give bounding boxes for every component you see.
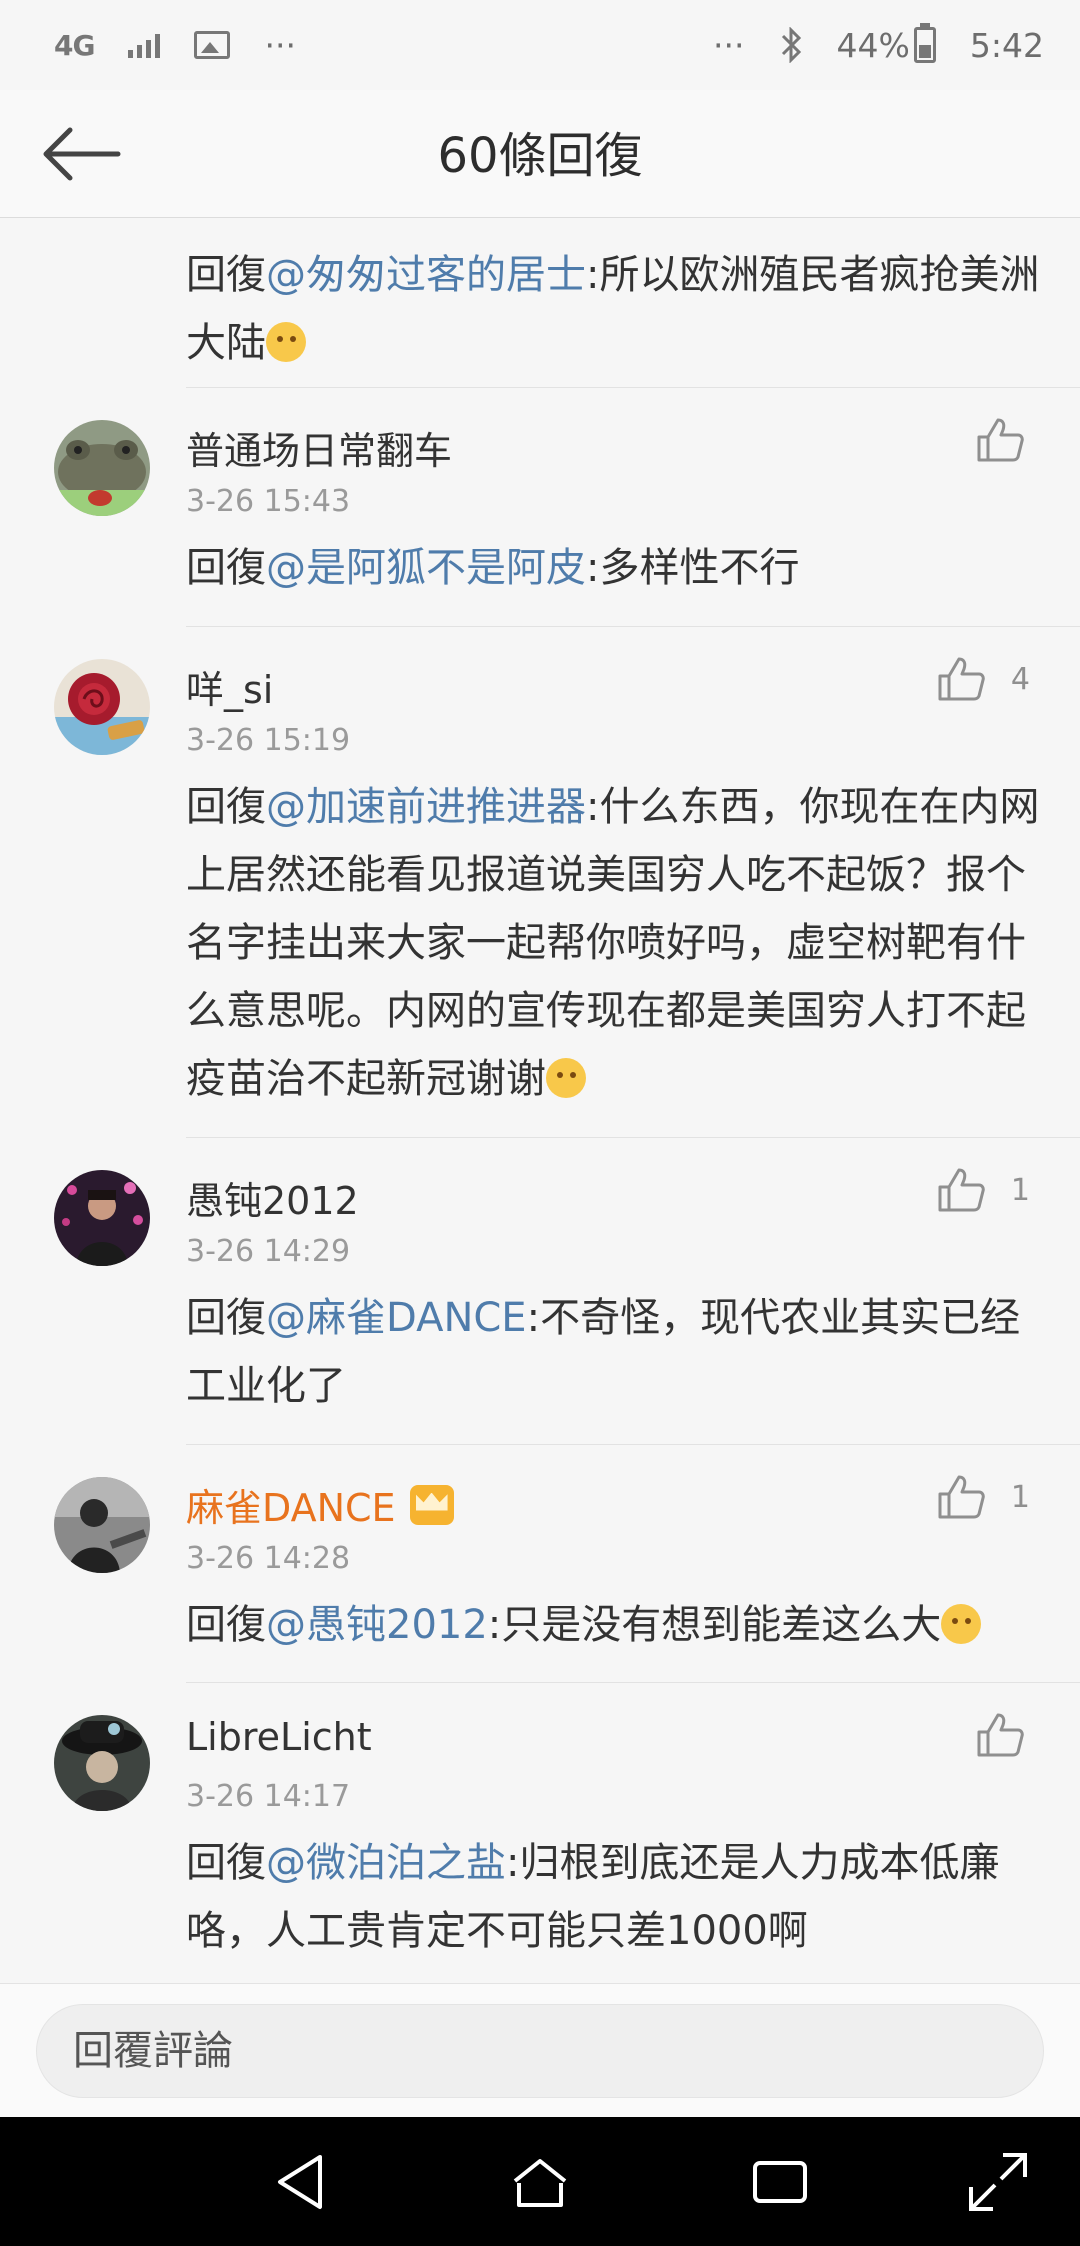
reply-prefix: 回復 xyxy=(186,784,266,830)
avatar[interactable] xyxy=(54,1477,150,1573)
reply-prefix: 回復 xyxy=(186,1602,266,1648)
thumbs-up-icon xyxy=(938,657,985,701)
username[interactable]: 普通场日常翻车 xyxy=(186,420,452,475)
comment-text: 回復@麻雀DANCE:不奇怪，现代农业其实已经工业化了 xyxy=(186,1284,1040,1420)
sweat-face-emoji-icon xyxy=(546,1058,586,1098)
nav-recents-button[interactable] xyxy=(745,2147,815,2217)
comment-item: 咩_si 4 3-26 15:19 回復@加速前进推进器:什么东西，你现在在内网… xyxy=(54,627,1080,1138)
vip-username[interactable]: 麻雀DANCE xyxy=(186,1477,396,1532)
smiling-face-emoji-icon xyxy=(266,322,306,362)
like-count: 4 xyxy=(1010,661,1030,697)
thumbs-up-icon xyxy=(938,1168,985,1212)
like-button[interactable] xyxy=(976,410,1024,470)
comment-text: 回復@匆匆过客的居士:所以欧洲殖民者疯抢美洲大陆 xyxy=(186,241,1040,377)
username[interactable]: 麻雀DANCE xyxy=(186,1477,454,1532)
bluetooth-icon xyxy=(781,27,801,63)
username[interactable]: 愚钝2012 xyxy=(186,1170,359,1225)
comment-item: 愚钝2012 1 3-26 14:29 回復@麻雀DANCE:不奇怪，现代农业其… xyxy=(54,1138,1080,1445)
reply-comment-input[interactable]: 回覆評論 xyxy=(36,2004,1044,2098)
thumbs-up-icon xyxy=(938,1475,985,1519)
more-notifications-indicator: ··· xyxy=(264,25,296,65)
signal-icon xyxy=(128,32,161,58)
like-count: 1 xyxy=(1010,1172,1030,1208)
nav-home-icon xyxy=(513,2159,567,2207)
comment-body: :多样性不行 xyxy=(586,545,800,591)
app-root: 4G ··· ··· 44% 5:42 60條回復 回復@匆匆过客的居士:所以欧… xyxy=(0,0,1080,2246)
comment-text: 回復@是阿狐不是阿皮:多样性不行 xyxy=(186,534,1040,602)
username[interactable]: 咩_si xyxy=(186,659,273,714)
app-header: 60條回復 xyxy=(0,90,1080,218)
nav-back-button[interactable] xyxy=(266,2147,336,2217)
network-type-indicator: 4G xyxy=(54,28,95,62)
sweat-face-emoji-icon xyxy=(941,1604,982,1644)
comment-item: LibreLicht 3-26 14:17 回復@微泊泊之盐:归根到底还是人力成… xyxy=(54,1683,1080,1983)
system-navigation-bar xyxy=(0,2117,1080,2246)
username[interactable]: LibreLicht xyxy=(186,1715,372,1759)
comment-time: 3-26 14:29 xyxy=(186,1234,351,1269)
rose-avatar-icon xyxy=(54,659,150,755)
nav-back-icon xyxy=(278,2155,322,2209)
nav-home-button[interactable] xyxy=(505,2147,575,2217)
mention-link[interactable]: @愚钝2012 xyxy=(266,1602,488,1648)
battery-icon xyxy=(913,23,936,63)
comment-text: 回復@微泊泊之盐:归根到底还是人力成本低廉咯，人工贵肯定不可能只差1000啊 xyxy=(186,1829,1040,1965)
status-bar: 4G ··· ··· 44% 5:42 xyxy=(0,0,1080,90)
comment-time: 3-26 14:17 xyxy=(186,1779,351,1814)
vip-crown-icon xyxy=(409,1484,454,1525)
thumbs-up-icon xyxy=(977,1713,1024,1757)
mention-link[interactable]: @微泊泊之盐 xyxy=(266,1840,506,1886)
like-button[interactable] xyxy=(976,1705,1024,1765)
comment-body: :只是没有想到能差这么大 xyxy=(487,1602,942,1648)
like-count: 1 xyxy=(1010,1479,1030,1515)
mention-link[interactable]: @匆匆过客的居士 xyxy=(266,252,586,298)
more-status-indicator: ··· xyxy=(713,25,745,65)
reply-prefix: 回復 xyxy=(186,545,266,591)
expand-icon xyxy=(969,2153,1027,2211)
reply-bar: 回覆評論 xyxy=(0,1983,1080,2117)
clock: 5:42 xyxy=(969,25,1044,65)
comment-time: 3-26 15:19 xyxy=(186,723,351,758)
gallery-notification-icon xyxy=(194,31,231,59)
mention-link[interactable]: @是阿狐不是阿皮 xyxy=(266,545,586,591)
thumbs-up-icon xyxy=(977,418,1024,462)
comment-item: 普通场日常翻车 3-26 15:43 回復@是阿狐不是阿皮:多样性不行 xyxy=(54,388,1080,627)
comment-body: :什么东西，你现在在内网上居然还能看见报道说美国穷人吃不起饭？报个名字挂出来大家… xyxy=(186,784,1040,1102)
page-title: 60條回復 xyxy=(437,128,643,184)
reply-prefix: 回復 xyxy=(186,1295,266,1341)
mention-link[interactable]: @加速前进推进器 xyxy=(266,784,586,830)
like-button[interactable]: 4 xyxy=(937,649,1030,709)
hat-avatar-icon xyxy=(54,1715,150,1811)
avatar[interactable] xyxy=(54,1715,150,1811)
comment-time: 3-26 15:43 xyxy=(186,484,351,519)
like-button[interactable]: 1 xyxy=(937,1467,1030,1527)
nav-expand-button[interactable] xyxy=(963,2147,1033,2217)
avatar[interactable] xyxy=(54,1170,150,1266)
comment-item: 麻雀DANCE 1 3-26 14:28 回復@愚钝2012:只是没有想到能差这… xyxy=(54,1445,1080,1683)
like-button[interactable]: 1 xyxy=(937,1160,1030,1220)
comment-time: 3-26 14:28 xyxy=(186,1541,351,1576)
comment-text: 回復@愚钝2012:只是没有想到能差这么大 xyxy=(186,1591,1040,1659)
battery-percentage: 44% xyxy=(836,25,910,65)
comment-text: 回復@加速前进推进器:什么东西，你现在在内网上居然还能看见报道说美国穷人吃不起饭… xyxy=(186,773,1040,1113)
photo-avatar-icon xyxy=(54,1477,150,1573)
avatar[interactable] xyxy=(54,420,150,516)
comment-list[interactable]: 回復@匆匆过客的居士:所以欧洲殖民者疯抢美洲大陆 普通场日常翻车 3-26 15… xyxy=(0,219,1080,1983)
reply-prefix: 回復 xyxy=(186,1840,266,1886)
person-avatar-icon xyxy=(54,1170,150,1266)
frog-avatar-icon xyxy=(54,420,150,516)
avatar[interactable] xyxy=(54,659,150,755)
nav-recents-icon xyxy=(753,2161,807,2203)
comment-item: 回復@匆匆过客的居士:所以欧洲殖民者疯抢美洲大陆 xyxy=(186,219,1080,388)
reply-prefix: 回復 xyxy=(186,252,266,298)
mention-link[interactable]: @麻雀DANCE xyxy=(266,1295,527,1341)
